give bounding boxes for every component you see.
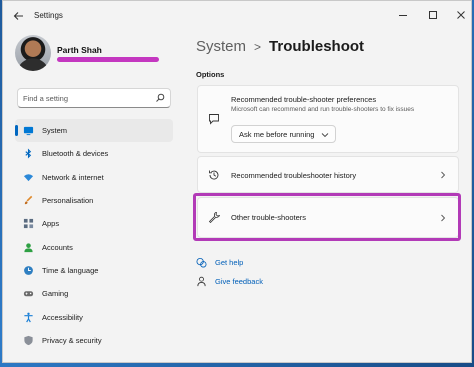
sidebar-item-label: Accounts [42, 242, 73, 252]
sidebar-item-time-language[interactable]: Time & language [15, 259, 173, 282]
feedback-icon [197, 276, 206, 287]
gamepad-icon [23, 291, 34, 297]
sidebar-item-label: Personalisation [42, 196, 94, 206]
give-feedback-label: Give feedback [215, 277, 263, 286]
dropdown-value: Ask me before running [239, 130, 315, 139]
shield-icon [24, 335, 33, 345]
recommended-preferences-description: Microsoft can recommend and run trouble-… [231, 106, 415, 113]
sidebar-item-label: Apps [42, 219, 60, 229]
brush-icon [24, 195, 33, 205]
settings-window: Settings Parth Shah System Bluetooth & d… [2, 0, 472, 363]
maximize-icon [429, 11, 437, 19]
close-button[interactable] [453, 7, 469, 23]
get-help-link[interactable]: Get help [196, 257, 243, 268]
sidebar-item-personalisation[interactable]: Personalisation [15, 189, 173, 212]
sidebar-item-label: Gaming [42, 289, 69, 299]
search-box[interactable] [17, 88, 171, 108]
sidebar-item-system[interactable]: System [15, 119, 173, 143]
recommended-preferences-card: Recommended trouble-shooter preferences … [197, 85, 459, 153]
sidebar-item-apps[interactable]: Apps [15, 212, 173, 235]
redaction-bar [57, 57, 159, 62]
sidebar-item-bluetooth[interactable]: Bluetooth & devices [15, 142, 173, 165]
monitor-icon [23, 126, 34, 136]
title-bar: Settings [3, 1, 471, 31]
troubleshooter-history-card[interactable]: Recommended troubleshooter history [197, 156, 459, 193]
person-icon [24, 243, 33, 252]
search-icon[interactable] [155, 93, 165, 103]
sidebar-item-network[interactable]: Network & internet [15, 166, 173, 189]
sidebar-item-label: System [42, 126, 68, 136]
history-icon [209, 170, 219, 180]
globe-clock-icon [24, 266, 33, 275]
sidebar-item-label: Time & language [42, 265, 99, 275]
give-feedback-link[interactable]: Give feedback [196, 276, 263, 287]
sidebar-item-privacy-security[interactable]: Privacy & security [15, 329, 173, 352]
user-profile[interactable]: Parth Shah [15, 35, 175, 75]
chevron-right-icon [441, 171, 446, 179]
profile-name: Parth Shah [57, 45, 102, 55]
section-label-options: Options [196, 70, 225, 79]
breadcrumb-separator: > [254, 40, 262, 54]
sidebar-item-accounts[interactable]: Accounts [15, 235, 173, 258]
sidebar-nav: System Bluetooth & devices Network & int… [15, 119, 173, 352]
sidebar-item-label: Privacy & security [42, 335, 102, 345]
app-title: Settings [34, 11, 63, 20]
chat-bubble-icon [209, 114, 219, 125]
apps-icon [23, 219, 34, 229]
accessibility-icon [24, 312, 33, 322]
highlight-box [193, 193, 461, 241]
get-help-label: Get help [215, 258, 244, 267]
troubleshooter-history-title: Recommended troubleshooter history [231, 171, 357, 180]
help-icon [196, 257, 207, 268]
back-arrow-icon[interactable] [13, 10, 25, 22]
wifi-icon [23, 174, 34, 181]
chevron-down-icon [321, 133, 329, 138]
breadcrumb-parent[interactable]: System [196, 38, 246, 55]
maximize-button[interactable] [425, 7, 441, 23]
recommended-preferences-title: Recommended trouble-shooter preferences [231, 95, 377, 104]
sidebar-item-gaming[interactable]: Gaming [15, 282, 173, 305]
close-icon [457, 11, 465, 19]
breadcrumb: System > Troubleshoot [196, 38, 364, 55]
troubleshooter-preference-dropdown[interactable]: Ask me before running [231, 125, 336, 143]
minimize-button[interactable] [395, 7, 411, 23]
page-title: Troubleshoot [269, 38, 365, 55]
sidebar-item-label: Accessibility [42, 312, 83, 322]
sidebar-item-accessibility[interactable]: Accessibility [15, 305, 173, 328]
search-input[interactable] [23, 92, 143, 105]
sidebar-item-label: Network & internet [42, 172, 104, 182]
minimize-icon [399, 15, 407, 16]
sidebar-item-label: Bluetooth & devices [42, 149, 109, 159]
avatar [15, 35, 51, 71]
bluetooth-icon [25, 148, 32, 159]
